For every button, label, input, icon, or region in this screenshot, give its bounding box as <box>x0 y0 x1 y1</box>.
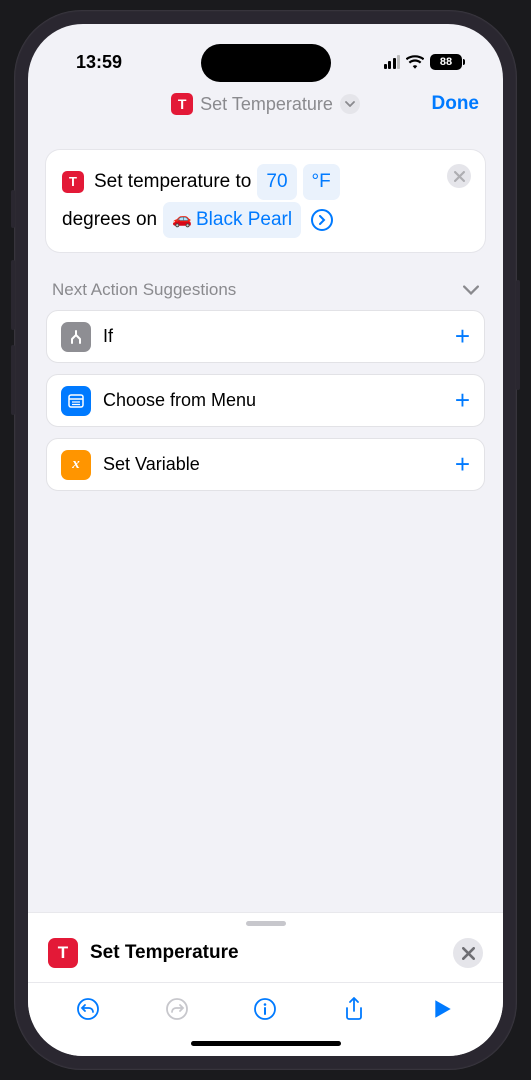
remove-action-button[interactable] <box>447 164 471 188</box>
suggestion-label: Set Variable <box>103 454 443 475</box>
suggestion-label: If <box>103 326 443 347</box>
cellular-signal-icon <box>384 55 401 69</box>
disclosure-button[interactable] <box>311 209 333 231</box>
add-suggestion-button[interactable]: + <box>455 449 470 480</box>
action-prefix-text: Set temperature to <box>94 166 251 198</box>
action-card[interactable]: T Set temperature to 70 °F degrees on 🚗 … <box>46 150 485 252</box>
nav-title-group[interactable]: T Set Temperature <box>171 93 360 115</box>
if-icon <box>61 322 91 352</box>
degrees-on-text: degrees on <box>62 204 157 236</box>
tesla-app-icon: T <box>171 93 193 115</box>
vehicle-token[interactable]: 🚗 Black Pearl <box>163 202 301 238</box>
screen: 13:59 88 T Set Temperature Done <box>28 24 503 1056</box>
toolbar <box>28 982 503 1031</box>
wifi-icon <box>406 55 424 69</box>
status-indicators: 88 <box>384 54 466 70</box>
suggestion-set-variable[interactable]: x Set Variable + <box>46 438 485 491</box>
vehicle-name: Black Pearl <box>196 204 292 236</box>
battery-indicator: 88 <box>430 54 465 70</box>
car-icon: 🚗 <box>172 204 192 236</box>
drawer-grabber[interactable] <box>246 921 286 926</box>
menu-icon <box>61 386 91 416</box>
suggestion-label: Choose from Menu <box>103 390 443 411</box>
phone-frame: 13:59 88 T Set Temperature Done <box>14 10 517 1070</box>
add-suggestion-button[interactable]: + <box>455 321 470 352</box>
redo-button[interactable] <box>163 995 191 1023</box>
battery-percent: 88 <box>440 56 452 68</box>
nav-bar: T Set Temperature Done <box>28 82 503 130</box>
home-indicator[interactable] <box>191 1041 341 1046</box>
variable-icon: x <box>61 450 91 480</box>
bottom-action-label: Set Temperature <box>90 942 441 964</box>
done-button[interactable]: Done <box>432 93 480 115</box>
power-button <box>516 280 520 390</box>
status-time: 13:59 <box>76 52 122 73</box>
tesla-app-icon: T <box>48 938 78 968</box>
suggestion-choose-menu[interactable]: Choose from Menu + <box>46 374 485 427</box>
tesla-action-icon: T <box>62 171 84 193</box>
chevron-down-icon <box>463 285 479 295</box>
chevron-down-icon[interactable] <box>340 94 360 114</box>
shortcut-title: Set Temperature <box>200 94 333 115</box>
temperature-value-token[interactable]: 70 <box>257 164 296 200</box>
suggestions-title: Next Action Suggestions <box>52 280 236 300</box>
volume-down-button <box>11 345 15 415</box>
bottom-action-card[interactable]: T Set Temperature <box>28 932 503 982</box>
temperature-unit-token[interactable]: °F <box>303 164 340 200</box>
close-bottom-button[interactable] <box>453 938 483 968</box>
content-area: T Set temperature to 70 °F degrees on 🚗 … <box>28 130 503 912</box>
info-button[interactable] <box>251 995 279 1023</box>
dynamic-island <box>201 44 331 82</box>
suggestion-if[interactable]: If + <box>46 310 485 363</box>
bottom-panel: T Set Temperature <box>28 912 503 1056</box>
undo-button[interactable] <box>74 995 102 1023</box>
share-button[interactable] <box>340 995 368 1023</box>
add-suggestion-button[interactable]: + <box>455 385 470 416</box>
volume-up-button <box>11 260 15 330</box>
suggestions-header[interactable]: Next Action Suggestions <box>46 280 485 310</box>
mute-switch <box>11 190 15 228</box>
play-button[interactable] <box>429 995 457 1023</box>
